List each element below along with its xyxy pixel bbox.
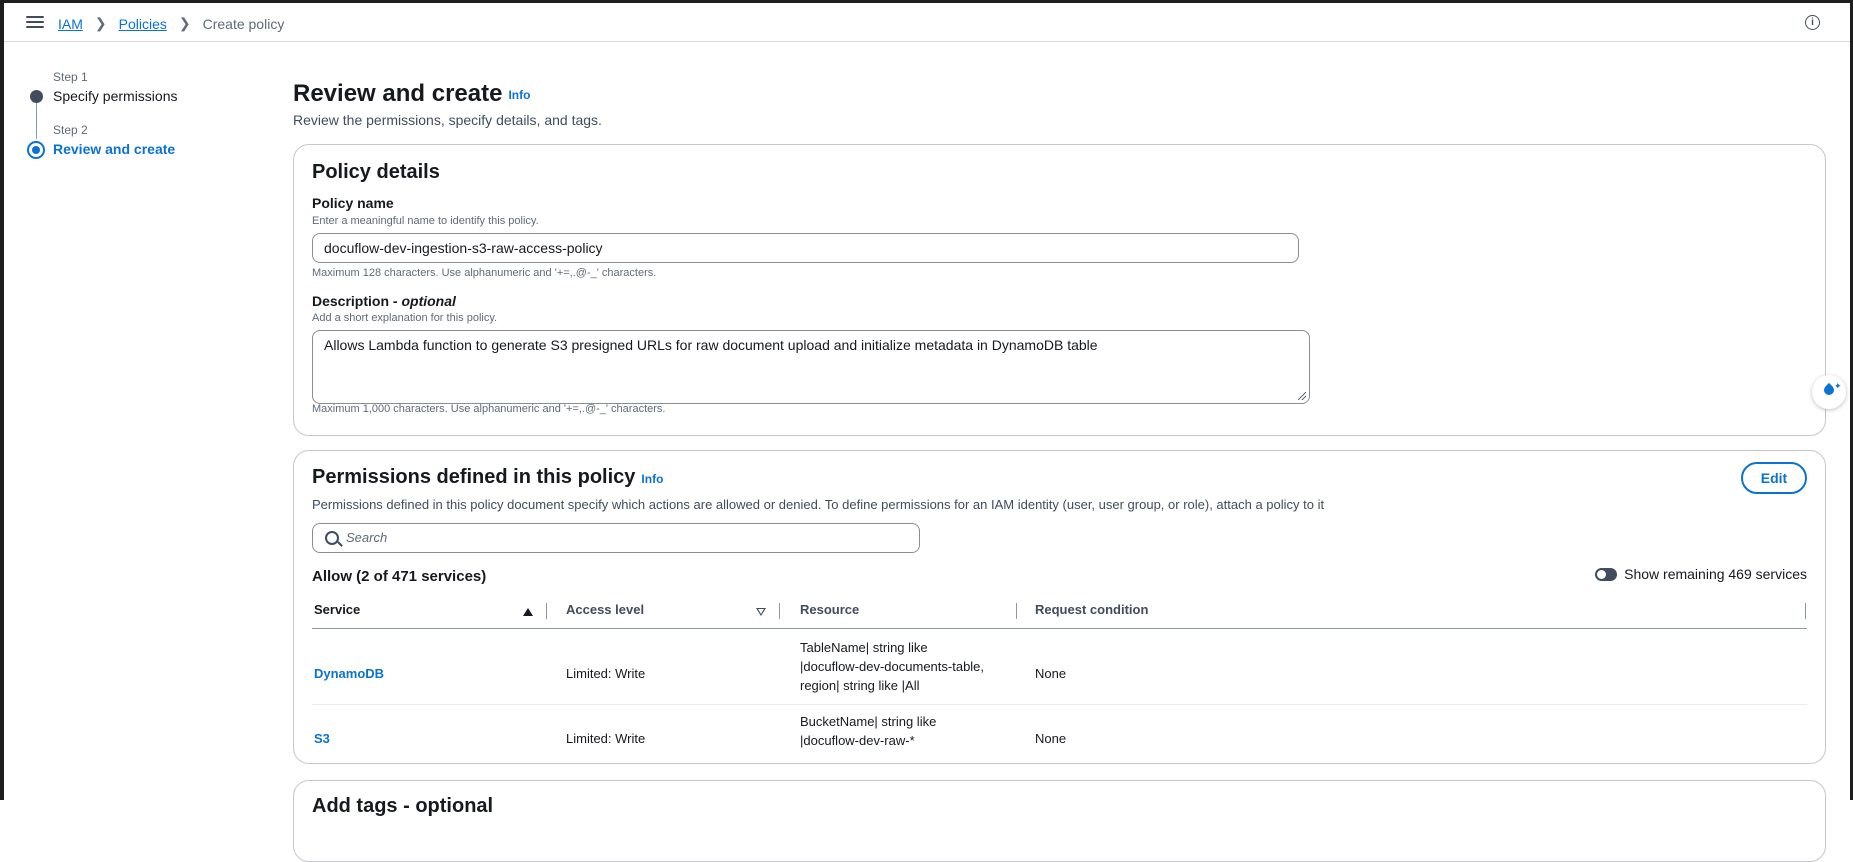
condition-cell: None bbox=[1035, 666, 1067, 681]
tags-heading: Add tags - optional bbox=[312, 795, 494, 817]
step-2-current: Review and create bbox=[53, 141, 176, 157]
permissions-heading-text: Permissions defined in this policy bbox=[312, 466, 636, 488]
description-optional: optional bbox=[401, 293, 456, 309]
permissions-info-link[interactable]: Info bbox=[641, 472, 663, 486]
chevron-right-icon: ❯ bbox=[94, 15, 107, 31]
table-row-divider bbox=[312, 704, 1807, 705]
description-hint: Add a short explanation for this policy. bbox=[312, 312, 498, 324]
resource-line: TableName| string like bbox=[800, 640, 928, 655]
breadcrumb: IAM ❯ Policies ❯ Create policy bbox=[58, 15, 284, 32]
page-title-text: Review and create bbox=[293, 80, 503, 107]
column-divider bbox=[779, 603, 780, 619]
search-input[interactable]: Search bbox=[312, 523, 920, 553]
allow-heading: Allow (2 of 471 services) bbox=[312, 568, 487, 585]
info-circle-icon[interactable]: i bbox=[1805, 15, 1820, 30]
description-label-text: Description - bbox=[312, 293, 402, 309]
column-divider bbox=[1016, 603, 1017, 619]
service-link-dynamodb[interactable]: DynamoDB bbox=[314, 666, 384, 681]
permissions-card: Permissions defined in this policy Info E… bbox=[293, 450, 1826, 764]
page-subtitle: Review the permissions, specify details,… bbox=[293, 112, 602, 128]
description-text: Allows Lambda function to generate S3 pr… bbox=[324, 337, 1098, 353]
column-divider bbox=[546, 603, 547, 619]
resource-cell: TableName| string like |docuflow-dev-doc… bbox=[800, 638, 1000, 695]
policy-details-heading: Policy details bbox=[312, 161, 440, 183]
description-constraint: Maximum 1,000 characters. Use alphanumer… bbox=[312, 403, 666, 415]
edit-button[interactable]: Edit bbox=[1741, 462, 1807, 494]
description-label: Description - optional bbox=[312, 293, 456, 309]
resource-line: BucketName| string like bbox=[800, 714, 937, 729]
window-frame-left bbox=[0, 0, 4, 800]
show-remaining-toggle[interactable] bbox=[1595, 568, 1617, 581]
breadcrumb-iam[interactable]: IAM bbox=[58, 16, 83, 32]
column-header-resource: Resource bbox=[800, 602, 860, 617]
service-link-s3[interactable]: S3 bbox=[314, 731, 330, 746]
step-1-dot-icon bbox=[30, 90, 43, 103]
access-level-cell: Limited: Write bbox=[566, 731, 646, 746]
column-divider bbox=[1805, 603, 1806, 619]
description-textarea[interactable]: Allows Lambda function to generate S3 pr… bbox=[312, 330, 1310, 404]
resource-line: |docuflow-dev-raw-* bbox=[800, 733, 915, 748]
assistant-button[interactable]: ✦ bbox=[1812, 375, 1846, 409]
breadcrumb-policies[interactable]: Policies bbox=[119, 16, 167, 32]
table-header-divider bbox=[312, 628, 1807, 629]
tags-card: Add tags - optional bbox=[293, 780, 1826, 862]
column-header-access-level[interactable]: Access level bbox=[566, 602, 644, 617]
policy-name-label: Policy name bbox=[312, 195, 394, 211]
search-placeholder: Search bbox=[346, 530, 388, 545]
step-1-link[interactable]: Specify permissions bbox=[53, 88, 178, 104]
show-remaining-label: Show remaining 469 services bbox=[1624, 566, 1807, 582]
chevron-right-icon: ❯ bbox=[178, 15, 191, 31]
policy-name-constraint: Maximum 128 characters. Use alphanumeric… bbox=[312, 267, 657, 279]
resize-grip-icon[interactable] bbox=[1298, 392, 1306, 400]
permissions-heading: Permissions defined in this policy Info bbox=[312, 466, 663, 489]
step-2-active-dot-icon bbox=[27, 141, 45, 159]
policy-details-card: Policy details Policy name Enter a meani… bbox=[293, 144, 1826, 436]
sort-icon[interactable] bbox=[756, 608, 766, 616]
policy-name-hint: Enter a meaningful name to identify this… bbox=[312, 215, 539, 227]
resource-cell: BucketName| string like |docuflow-dev-ra… bbox=[800, 712, 1000, 750]
page-info-link[interactable]: Info bbox=[508, 88, 530, 102]
hamburger-menu-icon[interactable] bbox=[26, 14, 44, 30]
policy-name-input[interactable]: docuflow-dev-ingestion-s3-raw-access-pol… bbox=[312, 233, 1299, 263]
condition-cell: None bbox=[1035, 731, 1067, 746]
top-bar: IAM ❯ Policies ❯ Create policy i bbox=[4, 3, 1850, 42]
page-title: Review and create Info bbox=[293, 80, 530, 108]
step-1-number: Step 1 bbox=[53, 70, 88, 84]
resource-line: region| string like |All bbox=[800, 678, 920, 693]
resource-line: |docuflow-dev-documents-table, bbox=[800, 659, 985, 674]
search-icon bbox=[325, 531, 339, 545]
column-header-service[interactable]: Service bbox=[314, 602, 360, 617]
step-2-number: Step 2 bbox=[53, 123, 88, 137]
column-header-request-condition: Request condition bbox=[1035, 602, 1149, 617]
permissions-description: Permissions defined in this policy docum… bbox=[312, 497, 1325, 512]
sparkle-icon: ✦ bbox=[1834, 381, 1842, 391]
breadcrumb-current: Create policy bbox=[202, 15, 285, 32]
sort-ascending-icon[interactable] bbox=[523, 608, 533, 616]
access-level-cell: Limited: Write bbox=[566, 666, 646, 681]
